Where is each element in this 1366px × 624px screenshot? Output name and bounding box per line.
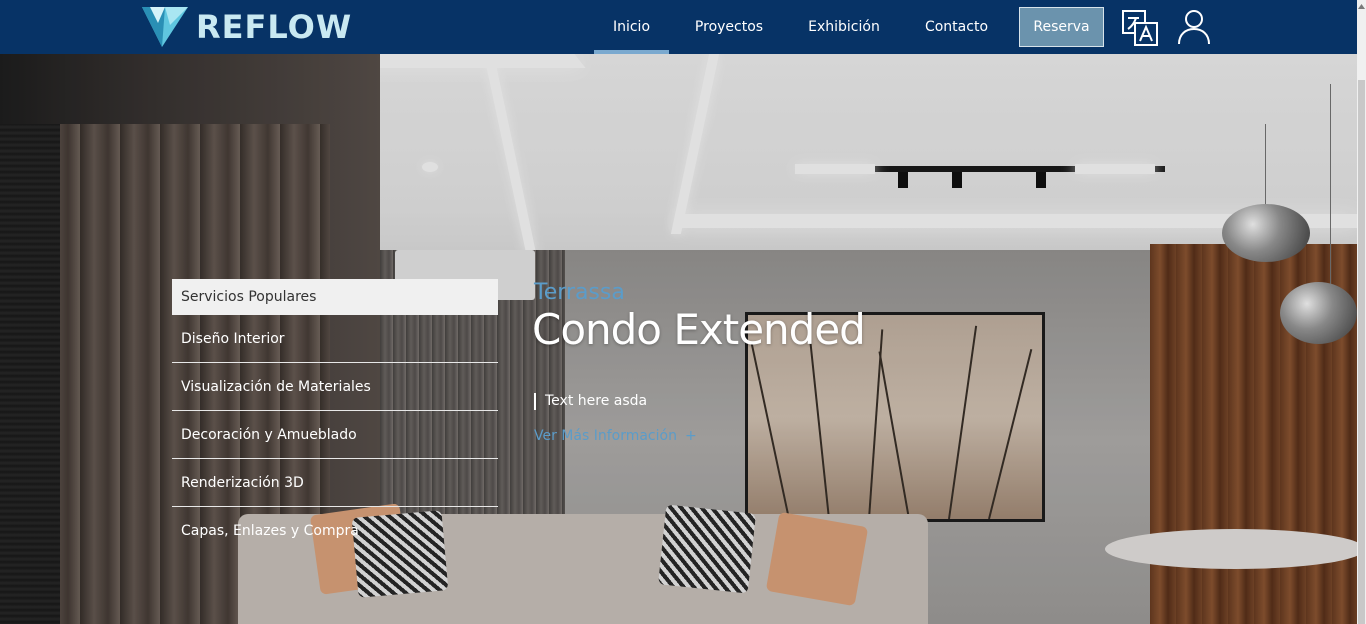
service-item-decoracion[interactable]: Decoración y Amueblado (172, 411, 498, 459)
logo[interactable]: REFLOW (140, 5, 352, 49)
logo-text: REFLOW (196, 8, 353, 46)
main-nav: Inicio Proyectos Exhibición Contacto (594, 0, 1014, 54)
nav-contacto[interactable]: Contacto (899, 0, 1014, 54)
translate-icon[interactable] (1121, 9, 1159, 47)
service-item-diseno-interior[interactable]: Diseño Interior (172, 315, 498, 363)
service-item-visualizacion[interactable]: Visualización de Materiales (172, 363, 498, 411)
more-info-label: Ver Más Información (534, 428, 677, 444)
scroll-up-icon[interactable] (1357, 0, 1366, 14)
hero-subtitle: Terrassa (534, 280, 625, 305)
nav-exhibicion[interactable]: Exhibición (789, 0, 899, 54)
popular-services: Servicios Populares Diseño Interior Visu… (172, 279, 498, 555)
more-info-link[interactable]: Ver Más Información + (534, 428, 697, 444)
nav-inicio[interactable]: Inicio (594, 0, 669, 54)
logo-mark-icon (142, 7, 188, 47)
reserve-button[interactable]: Reserva (1019, 7, 1104, 47)
hero-text-bar (534, 393, 536, 410)
services-title: Servicios Populares (172, 279, 498, 315)
hero-title: Condo Extended (532, 305, 866, 354)
top-navbar: REFLOW Inicio Proyectos Exhibición Conta… (0, 0, 1357, 54)
plus-icon: + (684, 428, 697, 444)
user-icon[interactable] (1176, 8, 1212, 46)
service-item-capas[interactable]: Capas, Enlazes y Compra (172, 507, 498, 555)
page-scrollbar[interactable] (1357, 0, 1366, 624)
hero-text: Text here asda (545, 393, 648, 409)
service-item-renderizacion[interactable]: Renderización 3D (172, 459, 498, 507)
scroll-thumb[interactable] (1358, 80, 1365, 624)
nav-proyectos[interactable]: Proyectos (669, 0, 789, 54)
